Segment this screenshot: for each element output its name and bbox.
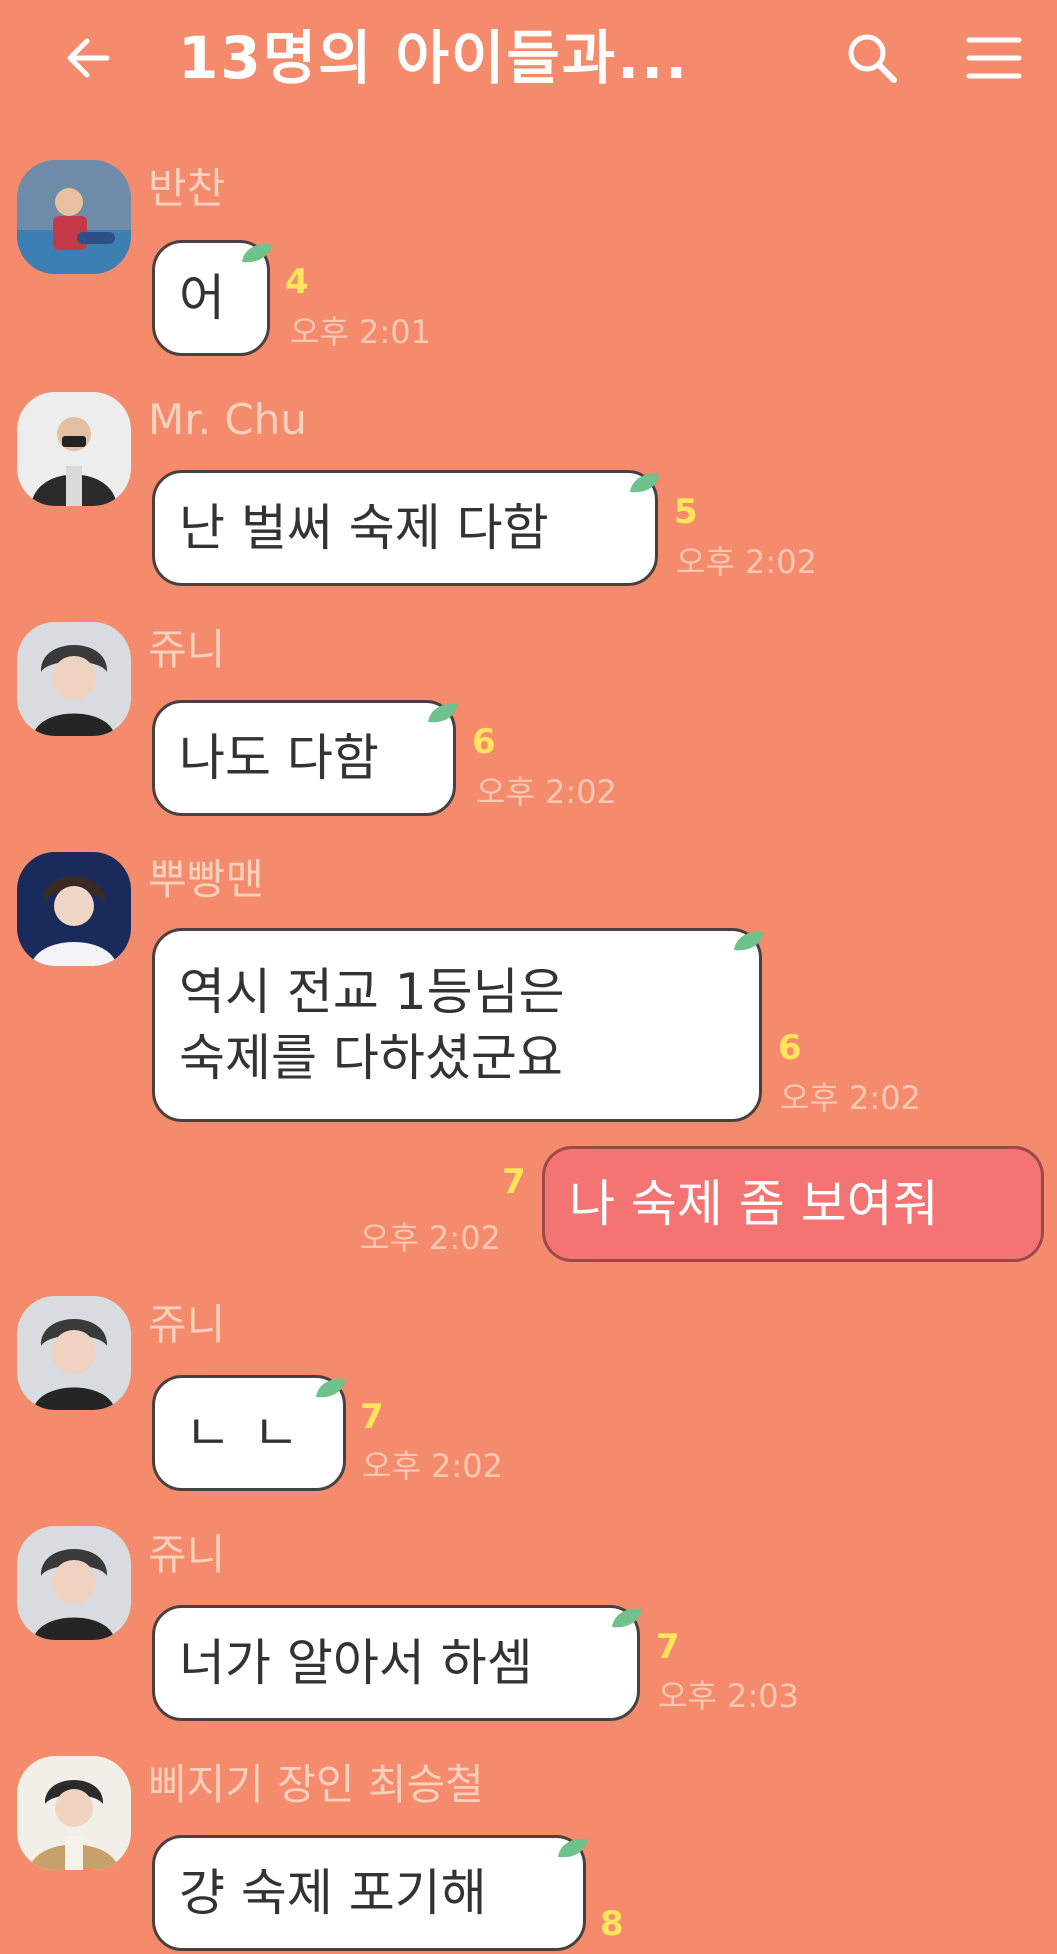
message-time: 오후 2:02 <box>676 543 817 581</box>
message-text: 나도 다함 <box>179 729 379 787</box>
search-button[interactable] <box>836 22 908 94</box>
leaf-icon <box>630 473 660 493</box>
avatar[interactable] <box>17 160 131 274</box>
unread-count: 6 <box>778 1028 802 1068</box>
leaf-icon <box>316 1378 346 1398</box>
avatar[interactable] <box>17 1756 131 1870</box>
message-bubble[interactable]: 나도 다함 <box>152 700 456 816</box>
message-text: 난 벌써 숙제 다함 <box>179 499 549 557</box>
sender-name: Mr. Chu <box>148 395 307 444</box>
unread-count: 7 <box>502 1162 526 1202</box>
message-text: 나 숙제 좀 보여줘 <box>569 1175 939 1233</box>
message-bubble[interactable]: 너가 알아서 하셈 <box>152 1605 640 1721</box>
sender-name: 반찬 <box>148 164 226 213</box>
message-bubble[interactable]: 역시 전교 1등님은 숙제를 다하셨군요 <box>152 928 762 1122</box>
avatar[interactable] <box>17 852 131 966</box>
back-button[interactable] <box>52 22 124 94</box>
message-time: 오후 2:02 <box>780 1079 921 1117</box>
leaf-icon <box>428 703 458 723</box>
menu-button[interactable] <box>958 22 1030 94</box>
avatar[interactable] <box>17 622 131 736</box>
message-text: 역시 전교 1등님은 숙제를 다하셨군요 <box>179 963 565 1087</box>
leaf-icon <box>242 243 272 263</box>
arrow-left-icon <box>67 38 110 78</box>
message-time: 오후 2:02 <box>476 773 617 811</box>
sender-name: 뿌빵맨 <box>148 855 264 904</box>
leaf-icon <box>558 1838 588 1858</box>
leaf-icon <box>734 931 764 951</box>
message-time: 오후 2:02 <box>360 1219 501 1257</box>
sender-name: 쥬니 <box>148 1300 226 1349</box>
avatar[interactable] <box>17 392 131 506</box>
unread-count: 5 <box>674 492 698 532</box>
message-text: 걍 숙제 포기해 <box>179 1864 487 1922</box>
message-text: 어 <box>179 269 225 327</box>
message-text: 너가 알아서 하셈 <box>179 1634 533 1692</box>
chat-title: 13명의 아이들과... <box>178 24 690 92</box>
sender-name: 쥬니 <box>148 625 226 674</box>
my-message-bubble[interactable]: 나 숙제 좀 보여줘 <box>542 1146 1044 1262</box>
unread-count: 7 <box>656 1627 680 1667</box>
message-text: ㄴㄴ <box>185 1404 321 1462</box>
message-bubble[interactable]: 난 벌써 숙제 다함 <box>152 470 658 586</box>
unread-count: 8 <box>600 1904 624 1944</box>
unread-count: 6 <box>472 722 496 762</box>
avatar[interactable] <box>17 1526 131 1640</box>
unread-count: 4 <box>285 262 309 302</box>
sender-name: 삐지기 장인 최승철 <box>148 1760 484 1809</box>
sender-name: 쥬니 <box>148 1530 226 1579</box>
hamburger-menu-icon <box>966 37 1022 79</box>
message-time: 오후 2:03 <box>658 1677 799 1715</box>
leaf-icon <box>612 1608 642 1628</box>
avatar[interactable] <box>17 1296 131 1410</box>
unread-count: 7 <box>360 1397 384 1437</box>
search-icon <box>848 34 897 83</box>
message-time: 오후 2:02 <box>362 1447 503 1485</box>
message-bubble[interactable]: 걍 숙제 포기해 <box>152 1835 586 1951</box>
message-time: 오후 2:01 <box>290 313 431 351</box>
chat-header: 13명의 아이들과... <box>0 0 1057 120</box>
